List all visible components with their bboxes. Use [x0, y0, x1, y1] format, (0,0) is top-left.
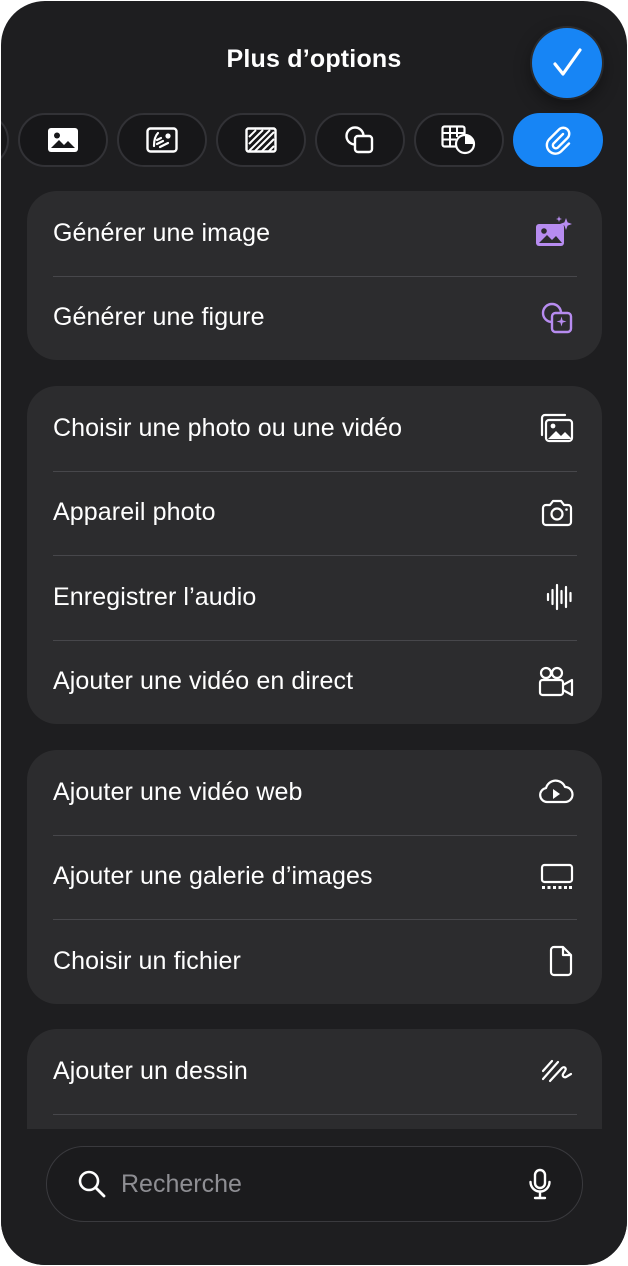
- option-label: Choisir un fichier: [53, 946, 241, 975]
- search-bar[interactable]: Recherche: [46, 1146, 583, 1222]
- media-options-card: Choisir une photo ou une vidéo Appareil …: [27, 386, 602, 724]
- generate-image-icon: [536, 216, 572, 247]
- option-label: Générer une figure: [53, 303, 265, 332]
- add-drawing-option[interactable]: Ajouter un dessin: [27, 1029, 602, 1114]
- paperclip-icon: [545, 126, 571, 155]
- option-label: Choisir une photo ou une vidéo: [53, 413, 403, 442]
- tab-attachments[interactable]: [513, 113, 603, 167]
- waveform-icon: [546, 584, 572, 611]
- media-placeholder-icon: [146, 127, 178, 153]
- search-icon: [78, 1170, 106, 1198]
- generate-figure-option[interactable]: Générer une figure: [27, 275, 602, 361]
- category-tabs: [1, 113, 627, 167]
- ai-options-card: Générer une image Générer une figure: [27, 191, 602, 360]
- generate-image-option[interactable]: Générer une image: [27, 191, 602, 276]
- shapes-icon: [345, 126, 374, 154]
- choose-file-option[interactable]: Choisir un fichier: [27, 919, 602, 1004]
- choose-photo-video-option[interactable]: Choisir une photo ou une vidéo: [27, 386, 602, 471]
- image-gallery-option[interactable]: Ajouter une galerie d’images: [27, 834, 602, 920]
- record-audio-option[interactable]: Enregistrer l’audio: [27, 555, 602, 640]
- cloud-play-icon: [539, 779, 574, 804]
- tab-shapes[interactable]: [315, 113, 405, 167]
- web-video-option[interactable]: Ajouter une vidéo web: [27, 750, 602, 835]
- option-label: Ajouter un dessin: [53, 1056, 248, 1085]
- tab-partial[interactable]: [1, 113, 9, 167]
- tab-tables-charts[interactable]: [414, 113, 504, 167]
- table-chart-icon: [441, 125, 476, 155]
- live-video-icon: [538, 666, 574, 696]
- option-label: Ajouter une vidéo en direct: [53, 667, 354, 696]
- document-icon: [549, 946, 573, 977]
- option-label: Ajouter une galerie d’images: [53, 862, 373, 891]
- image-icon: [48, 128, 78, 152]
- microphone-icon[interactable]: [528, 1168, 552, 1200]
- web-file-options-card: Ajouter une vidéo web Ajouter une galeri…: [27, 750, 602, 1004]
- option-label: Ajouter une vidéo web: [53, 777, 303, 806]
- generate-figure-icon: [541, 302, 573, 333]
- photo-library-icon: [540, 414, 574, 443]
- texture-icon: [245, 127, 277, 153]
- live-video-option[interactable]: Ajouter une vidéo en direct: [27, 639, 602, 725]
- checkmark-icon: [553, 48, 582, 76]
- option-label: Appareil photo: [53, 498, 216, 527]
- tab-textures[interactable]: [216, 113, 306, 167]
- camera-option[interactable]: Appareil photo: [27, 470, 602, 556]
- option-label: Enregistrer l’audio: [53, 582, 257, 611]
- tab-images[interactable]: [18, 113, 108, 167]
- tab-media[interactable]: [117, 113, 207, 167]
- image-gallery-icon: [540, 863, 574, 889]
- camera-icon: [541, 499, 573, 526]
- more-options-sheet: Plus d’options Générer une image Générer…: [1, 1, 627, 1265]
- done-button[interactable]: [532, 28, 602, 98]
- scribble-icon: [541, 1060, 573, 1083]
- option-label: Générer une image: [53, 218, 271, 247]
- search-input[interactable]: Recherche: [121, 1170, 528, 1199]
